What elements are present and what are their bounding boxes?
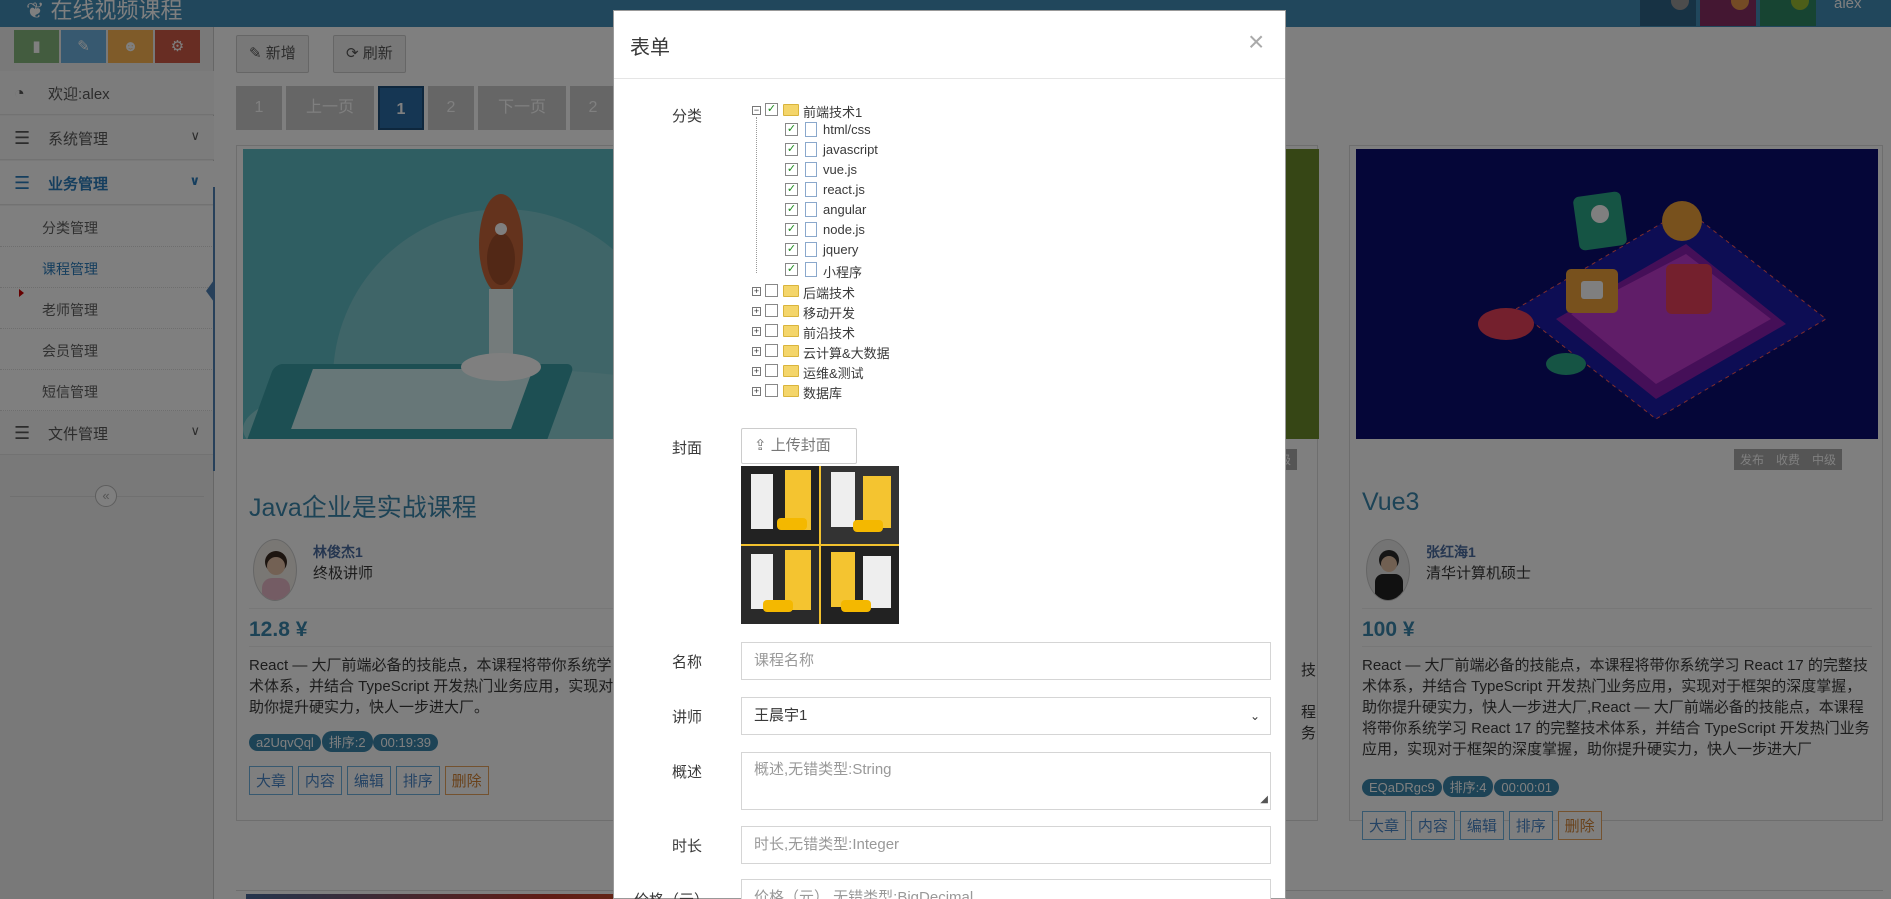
checkbox-checked[interactable]: ✓: [785, 183, 798, 196]
tree-line: [756, 117, 757, 273]
teacher-selected-value: 王晨宇1: [754, 707, 808, 724]
tree-node-label: 小程序: [823, 265, 863, 280]
form-modal: 表单 × 分类 − ✓ 前端技术1 ✓ html/css ✓ javascript …: [613, 10, 1286, 899]
summary-placeholder: 概述,无错类型:String: [754, 761, 892, 778]
tree-node-label: jquery: [823, 242, 859, 257]
category-label: 分类: [672, 108, 703, 125]
file-icon: [805, 122, 817, 137]
tree-node-label: react.js: [823, 182, 865, 197]
tree-node-label: 后端技术: [803, 286, 856, 301]
collapse-icon[interactable]: −: [752, 106, 761, 115]
tree-node-label: 云计算&大数据: [803, 346, 890, 361]
cover-image: [741, 466, 899, 624]
checkbox-unchecked[interactable]: [765, 284, 778, 297]
checkbox-checked[interactable]: ✓: [785, 203, 798, 216]
checkbox-unchecked[interactable]: [765, 324, 778, 337]
folder-icon: [783, 365, 799, 377]
summary-textarea[interactable]: 概述,无错类型:String ◢: [741, 752, 1271, 810]
cover-label: 封面: [672, 440, 703, 457]
tree-node-label: 前端技术1: [803, 105, 863, 120]
expand-icon[interactable]: +: [752, 287, 761, 296]
chevron-down-icon: ⌄: [1249, 709, 1260, 723]
tree-node-label: 移动开发: [803, 306, 856, 321]
teacher-label: 讲师: [672, 709, 703, 726]
course-name-input[interactable]: 课程名称: [741, 642, 1271, 680]
expand-icon[interactable]: +: [752, 387, 761, 396]
checkbox-checked[interactable]: ✓: [785, 243, 798, 256]
tree-node-label: javascript: [823, 142, 878, 157]
checkbox-unchecked[interactable]: [765, 344, 778, 357]
file-icon: [805, 222, 817, 237]
expand-icon[interactable]: +: [752, 347, 761, 356]
expand-icon[interactable]: +: [752, 327, 761, 336]
expand-icon[interactable]: +: [752, 367, 761, 376]
checkbox-checked[interactable]: ✓: [785, 123, 798, 136]
checkbox-checked[interactable]: ✓: [785, 143, 798, 156]
close-button[interactable]: ×: [1248, 26, 1264, 58]
file-icon: [805, 162, 817, 177]
checkbox-unchecked[interactable]: [765, 364, 778, 377]
resize-handle-icon[interactable]: ◢: [1260, 791, 1268, 809]
folder-icon: [783, 325, 799, 337]
cover-preview: [741, 466, 899, 624]
folder-open-icon: [783, 104, 799, 116]
expand-icon[interactable]: +: [752, 307, 761, 316]
tree-node-label: node.js: [823, 222, 865, 237]
tree-node-label: 前沿技术: [803, 326, 856, 341]
tree-node-label: angular: [823, 202, 867, 217]
file-icon: [805, 262, 817, 277]
tree-node-label: 运维&测试: [803, 366, 864, 381]
tree-node-label: 数据库: [803, 386, 843, 401]
upload-cover-button[interactable]: ⇪ 上传封面: [741, 428, 857, 464]
checkbox-checked[interactable]: ✓: [785, 223, 798, 236]
upload-icon: ⇪: [754, 437, 771, 454]
folder-icon: [783, 305, 799, 317]
file-icon: [805, 202, 817, 217]
tree-node-label: html/css: [823, 122, 871, 137]
tree-node-label: vue.js: [823, 162, 857, 177]
modal-header: 表单 ×: [614, 11, 1285, 79]
file-icon: [805, 142, 817, 157]
upload-label: 上传封面: [770, 437, 831, 454]
modal-title: 表单: [630, 37, 670, 59]
checkbox-checked[interactable]: ✓: [785, 163, 798, 176]
summary-label: 概述: [672, 764, 703, 781]
checkbox-checked[interactable]: ✓: [765, 103, 778, 116]
folder-icon: [783, 385, 799, 397]
file-icon: [805, 242, 817, 257]
price-label: 价格（元）: [634, 889, 709, 899]
folder-icon: [783, 285, 799, 297]
price-input[interactable]: 价格（元）,无错类型:BigDecimal: [741, 879, 1271, 899]
folder-icon: [783, 345, 799, 357]
duration-input[interactable]: 时长,无错类型:Integer: [741, 826, 1271, 864]
checkbox-unchecked[interactable]: [765, 384, 778, 397]
checkbox-checked[interactable]: ✓: [785, 263, 798, 276]
teacher-select[interactable]: 王晨宇1 ⌄: [741, 697, 1271, 735]
checkbox-unchecked[interactable]: [765, 304, 778, 317]
name-label: 名称: [672, 654, 703, 671]
file-icon: [805, 182, 817, 197]
duration-label: 时长: [672, 838, 703, 855]
